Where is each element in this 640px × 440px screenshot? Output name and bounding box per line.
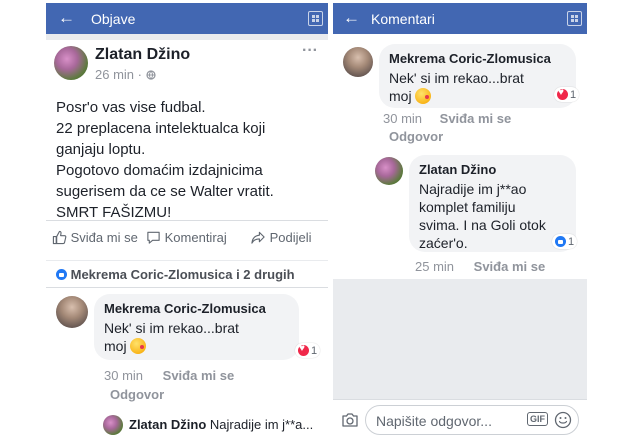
- comment-reaction[interactable]: 1: [554, 87, 580, 102]
- post-line: Pogotovo domaćim izdajnicima: [56, 162, 263, 179]
- commenter-name[interactable]: Mekrema Coric-Zlomusica: [104, 301, 289, 317]
- gif-button[interactable]: GIF: [527, 412, 548, 426]
- comment-line: Nek' si im rekao...brat: [104, 320, 239, 336]
- reply-time: 25 min: [415, 259, 455, 274]
- reply-author: Zlatan Džino: [129, 417, 207, 432]
- reply-input-placeholder: Napišite odgovor...: [376, 413, 492, 429]
- arrow-left-icon[interactable]: ←: [58, 9, 75, 27]
- comment-label: Komentiraj: [164, 230, 227, 245]
- comment-icon: [147, 231, 160, 244]
- like-reaction-icon: [555, 236, 566, 247]
- top-bar: ← Komentari: [333, 3, 587, 34]
- reply-avatar[interactable]: [375, 157, 403, 185]
- commenter-avatar[interactable]: [343, 47, 373, 77]
- post-line: 22 preplacena intelektualca koji: [56, 120, 266, 137]
- post-author[interactable]: Zlatan Džino: [95, 46, 190, 64]
- empty-area: [333, 279, 587, 399]
- reply-input[interactable]: Napišite odgovor... GIF: [365, 405, 579, 435]
- author-avatar[interactable]: [54, 46, 88, 80]
- comment-reply-button[interactable]: Odgovor: [110, 387, 164, 402]
- comment-bubble[interactable]: Mekrema Coric-Zlomusica Nek' si im rekao…: [379, 44, 576, 108]
- divider: [46, 220, 328, 221]
- grid-icon[interactable]: [308, 11, 323, 26]
- post-line: sugerisem da ce se Walter vratit.: [56, 183, 274, 200]
- arrow-left-icon[interactable]: ←: [343, 9, 360, 27]
- reply-like-button[interactable]: Sviđa mi se: [474, 259, 546, 274]
- action-bar: Sviđa mi se Komentiraj Podijeli: [46, 228, 328, 250]
- share-icon: [251, 231, 265, 244]
- comment-thread: Mekrema Coric-Zlomusica Nek' si im rekao…: [333, 34, 587, 279]
- post-card: Zlatan Džino 26 min · ··· Posr'o vas vis…: [46, 40, 328, 260]
- comment-like-button[interactable]: Sviđa mi se: [440, 111, 512, 126]
- comment-text: Nek' si im rekao...brat moj: [104, 319, 289, 355]
- reply-author[interactable]: Zlatan Džino: [419, 162, 566, 178]
- comment-text: Nek' si im rekao...brat moj: [389, 69, 566, 105]
- top-bar: ← Objave: [46, 3, 328, 34]
- reply-text: Najradije im j**ao komplet familiju svim…: [419, 180, 566, 252]
- reaction-count: 1: [568, 235, 575, 248]
- reply-line: zaćer'o.: [419, 235, 468, 251]
- reply-bubble[interactable]: Zlatan Džino Najradije im j**ao komplet …: [409, 155, 576, 252]
- commenter-avatar[interactable]: [56, 296, 88, 328]
- comment-bubble[interactable]: Mekrema Coric-Zlomusica Nek' si im rekao…: [94, 294, 299, 360]
- reply-composer: Napišite odgovor... GIF: [333, 399, 587, 440]
- comment-line: Nek' si im rekao...brat: [389, 70, 524, 86]
- like-label: Sviđa mi se: [70, 230, 138, 245]
- post-time: 26 min ·: [95, 67, 156, 82]
- reply-line: svima. I na Goli otok: [419, 217, 546, 233]
- commenter-name[interactable]: Mekrema Coric-Zlomusica: [389, 51, 566, 67]
- reply-preview[interactable]: Zlatan Džino Najradije im j**a...: [129, 417, 313, 432]
- like-reaction-icon: [56, 269, 67, 280]
- more-options-icon[interactable]: ···: [302, 42, 318, 60]
- reply-snippet: Najradije im j**a...: [209, 417, 314, 432]
- reply-line: Najradije im j**ao: [419, 181, 527, 197]
- globe-icon: [146, 70, 156, 80]
- screen-title: Objave: [91, 11, 136, 27]
- post-time-text: 26 min: [95, 67, 135, 82]
- kiss-emoji-icon: [415, 88, 432, 104]
- like-button[interactable]: Sviđa mi se: [52, 230, 138, 245]
- share-button[interactable]: Podijeli: [250, 230, 312, 245]
- reply-line: komplet familiju: [419, 199, 516, 215]
- post-body: Posr'o vas vise fudbal. 22 preplacena in…: [56, 97, 322, 223]
- comment-reply-button[interactable]: Odgovor: [389, 129, 443, 144]
- posts-screen: ← Objave Zlatan Džino 26 min · ··· Posr'…: [46, 3, 328, 440]
- comment-time: 30 min: [383, 111, 423, 126]
- screen-title: Komentari: [371, 11, 435, 27]
- divider: [46, 287, 328, 288]
- reactions-text: Mekrema Coric-Zlomusica i 2 drugih: [70, 267, 295, 282]
- comment-like-button[interactable]: Sviđa mi se: [163, 368, 235, 383]
- kiss-emoji-icon: [130, 338, 147, 354]
- comment-line: moj: [104, 338, 127, 354]
- camera-icon[interactable]: [341, 412, 359, 428]
- heart-icon: [298, 343, 309, 356]
- heart-icon: [557, 87, 568, 100]
- reactions-summary[interactable]: Mekrema Coric-Zlomusica i 2 drugih: [56, 267, 295, 282]
- thumbs-up-icon: [52, 230, 67, 245]
- comments-screen: ← Komentari Mekrema Coric-Zlomusica Nek'…: [333, 3, 587, 440]
- comment-reaction[interactable]: 1: [295, 343, 321, 358]
- smiley-icon[interactable]: [554, 411, 572, 429]
- reply-avatar[interactable]: [103, 415, 123, 435]
- comment-line: moj: [389, 88, 412, 104]
- comment-button[interactable]: Komentiraj: [146, 230, 227, 245]
- post-line: Posr'o vas vise fudbal.: [56, 99, 206, 116]
- reaction-count: 1: [311, 344, 318, 357]
- comment-actions: 30 min Sviđa mi se: [104, 368, 234, 383]
- comment-actions: 30 min Sviđa mi se: [383, 111, 511, 126]
- comment-time: 30 min: [104, 368, 144, 383]
- reply-actions: 25 min Sviđa mi se: [415, 259, 545, 274]
- grid-icon[interactable]: [567, 11, 582, 26]
- share-label: Podijeli: [269, 230, 312, 245]
- comments-section: Mekrema Coric-Zlomusica i 2 drugih Mekre…: [46, 261, 328, 440]
- reaction-count: 1: [570, 88, 577, 101]
- reply-reaction[interactable]: 1: [552, 234, 578, 249]
- post-line: ganjaju loptu.: [56, 141, 146, 158]
